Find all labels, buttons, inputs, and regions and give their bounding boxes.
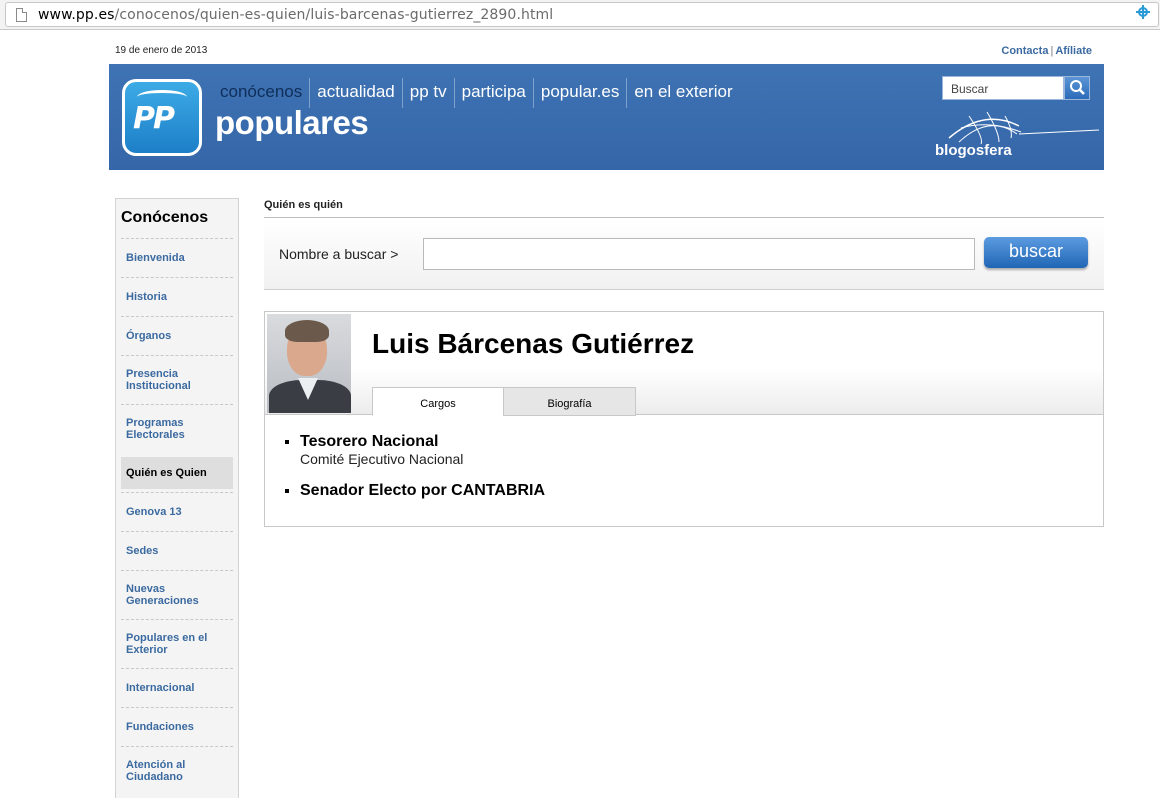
site-search-input[interactable]: Buscar [942, 76, 1064, 100]
browser-toolbar: www.pp.es/conocenos/quien-es-quien/luis-… [0, 0, 1160, 30]
search-icon [1070, 80, 1085, 95]
url-text[interactable]: www.pp.es/conocenos/quien-es-quien/luis-… [38, 7, 553, 23]
nav-pp-tv[interactable]: pp tv [403, 78, 455, 108]
page-icon [16, 8, 27, 22]
nav-popular-es[interactable]: popular.es [534, 78, 628, 108]
sidebar-item-organos[interactable]: Órganos [121, 316, 233, 355]
address-bar[interactable]: www.pp.es/conocenos/quien-es-quien/luis-… [5, 2, 1159, 27]
sidebar-item-quien-es-quien[interactable]: Quién es Quien [121, 456, 233, 489]
join-link[interactable]: Afíliate [1055, 45, 1092, 57]
buscar-button[interactable]: buscar [984, 237, 1088, 268]
name-search-input[interactable] [423, 238, 975, 270]
list-item: Tesorero Nacional Comité Ejecutivo Nacio… [285, 433, 545, 468]
sidebar: Conócenos Bienvenida Historia Órganos Pr… [115, 198, 239, 798]
sidebar-item-nuevas-generaciones[interactable]: Nuevas Generaciones [121, 570, 233, 619]
sidebar-item-bienvenida[interactable]: Bienvenida [121, 238, 233, 277]
sidebar-title: Conócenos [121, 209, 209, 226]
logo-text: PP [133, 101, 175, 136]
profile-photo [267, 314, 351, 413]
person-name: Luis Bárcenas Gutiérrez [372, 328, 695, 359]
name-search-panel: Nombre a buscar > buscar [264, 218, 1104, 290]
cargo-detail: Comité Ejecutivo Nacional [300, 451, 464, 467]
nav-en-el-exterior[interactable]: en el exterior [627, 78, 739, 108]
site-search-button[interactable] [1064, 76, 1090, 100]
tab-cargos[interactable]: Cargos [372, 387, 504, 416]
sidebar-item-populares-exterior[interactable]: Populares en el Exterior [121, 619, 233, 668]
cargo-title: Tesorero Nacional [300, 433, 439, 450]
extension-icon[interactable] [1134, 3, 1152, 21]
brand-name: populares [215, 104, 369, 141]
sidebar-item-genova-13[interactable]: Genova 13 [121, 492, 233, 531]
name-search-label: Nombre a buscar > [279, 246, 399, 262]
globe-icon [948, 111, 1099, 145]
sidebar-item-programas-electorales[interactable]: Programas Electorales [121, 404, 233, 453]
sidebar-item-atencion-ciudadano[interactable]: Atención al Ciudadano [121, 746, 233, 795]
profile-card: Luis Bárcenas Gutiérrez Cargos Biografía… [264, 311, 1104, 527]
bullet-icon [285, 489, 289, 493]
contact-link[interactable]: Contacta [1001, 45, 1048, 57]
pp-logo[interactable]: PP [122, 79, 202, 156]
breadcrumb: Quién es quién [264, 199, 343, 211]
site-header: PP conócenos actualidad pp tv participa … [109, 64, 1104, 170]
tab-biografia[interactable]: Biografía [503, 387, 636, 416]
bullet-icon [285, 440, 289, 444]
cargos-list: Tesorero Nacional Comité Ejecutivo Nacio… [285, 433, 545, 514]
nav-participa[interactable]: participa [455, 78, 534, 108]
profile-header: Luis Bárcenas Gutiérrez Cargos Biografía [265, 312, 1103, 416]
sidebar-item-internacional[interactable]: Internacional [121, 668, 233, 707]
current-date: 19 de enero de 2013 [115, 45, 208, 56]
list-item: Senador Electo por CANTABRIA [285, 482, 545, 500]
blogosfera-link[interactable]: blogosfera [935, 142, 1012, 159]
sidebar-item-fundaciones[interactable]: Fundaciones [121, 707, 233, 746]
cargo-title: Senador Electo por CANTABRIA [300, 482, 546, 499]
sidebar-item-historia[interactable]: Historia [121, 277, 233, 316]
top-links: Contacta | Afíliate [1001, 45, 1092, 57]
link-separator: | [1050, 45, 1054, 57]
sidebar-item-sedes[interactable]: Sedes [121, 531, 233, 570]
sidebar-item-presencia-institucional[interactable]: Presencia Institucional [121, 355, 233, 404]
